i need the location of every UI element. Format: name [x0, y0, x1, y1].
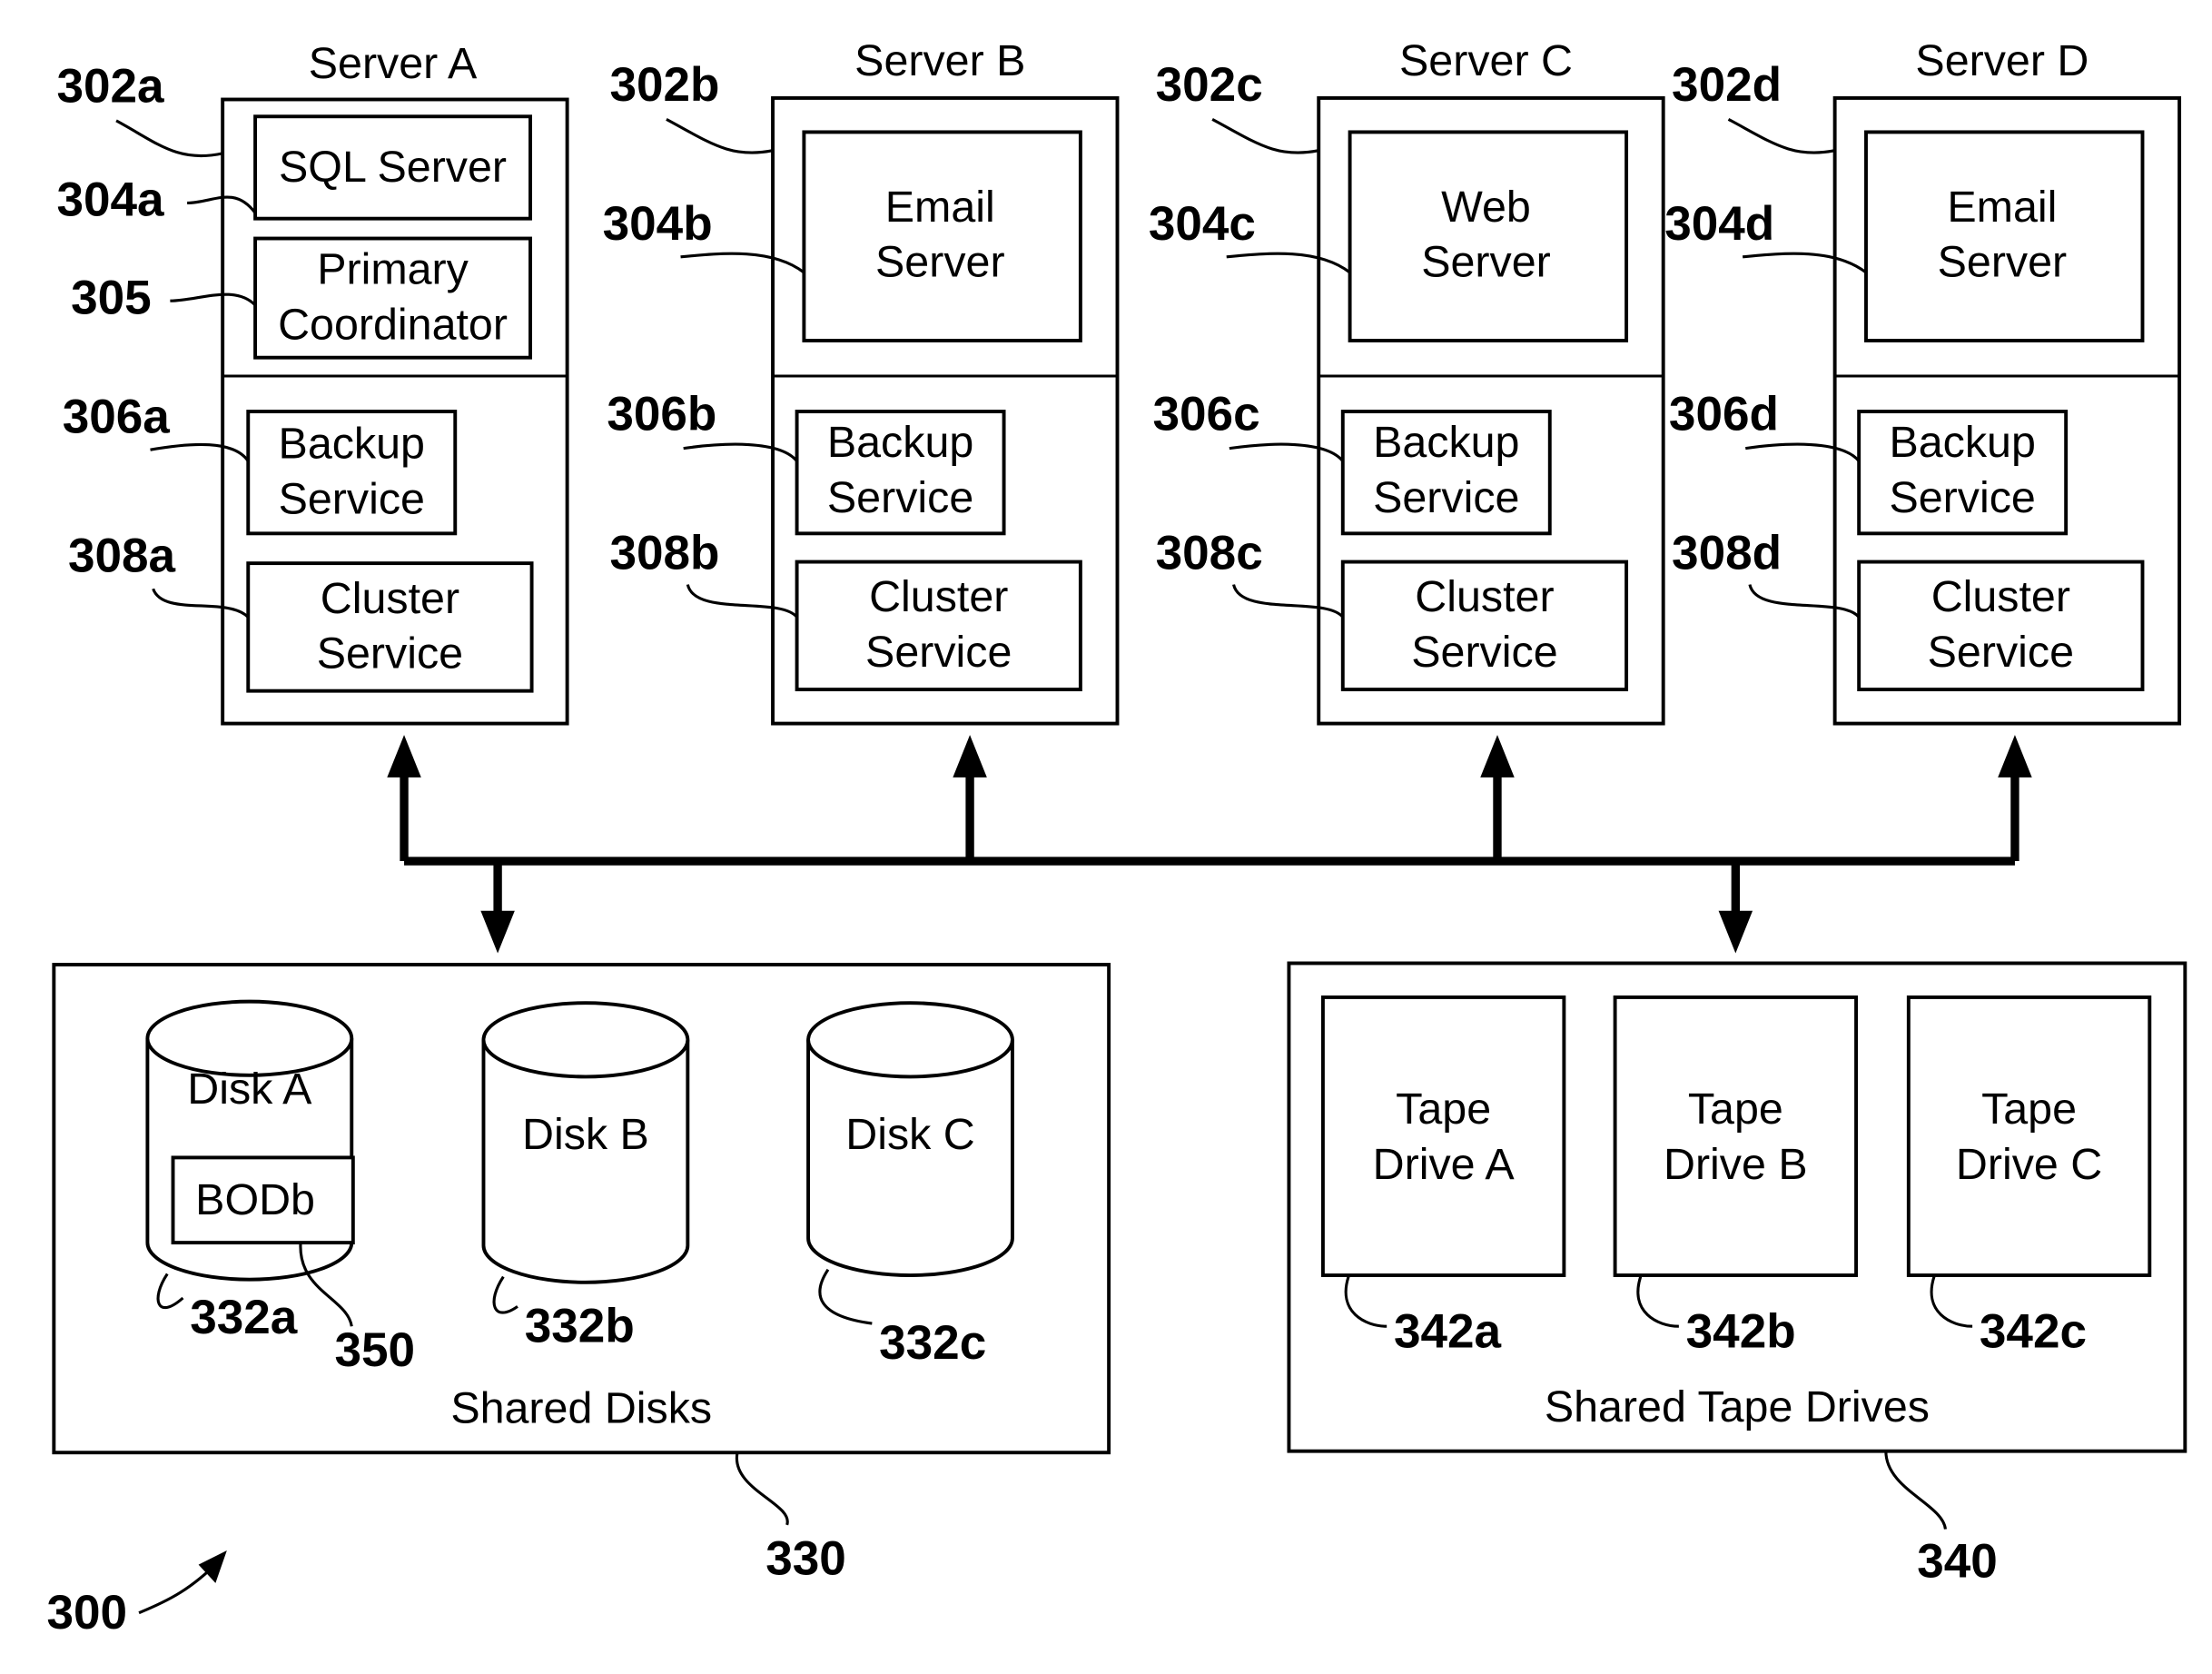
label: Email [885, 183, 995, 232]
label: 302a [56, 60, 164, 114]
label: Shared Tape Drives [1545, 1382, 1930, 1431]
label: Coordinator [278, 300, 508, 349]
label: 342b [1686, 1305, 1796, 1359]
label: Tape [1981, 1085, 2077, 1134]
label: Server [875, 238, 1005, 287]
label: Disk B [522, 1110, 649, 1159]
label: 342c [1980, 1305, 2087, 1359]
label: Tape [1396, 1085, 1491, 1134]
server-c: Server C Web Server Backup Service Cluster Ser… [1149, 36, 1665, 726]
label: 304b [603, 197, 713, 251]
label: 308b [609, 526, 719, 579]
label: 304a [56, 173, 164, 227]
label: 306b [607, 387, 716, 441]
label: 308a [68, 529, 176, 582]
label: Server D [1915, 36, 2089, 85]
label: Backup [1373, 418, 1519, 467]
label: Service [1411, 628, 1557, 677]
label: Backup [279, 420, 425, 469]
label: Service [865, 628, 1012, 677]
label: 305 [71, 271, 152, 324]
server-b: Server B Email Server Backup Service Cluster S… [603, 36, 1120, 726]
label: 302d [1672, 58, 1782, 112]
arrow-head-icon [953, 735, 987, 778]
label: 332b [525, 1299, 635, 1352]
label: 302c [1156, 58, 1263, 112]
shared-disks: Shared Disks Disk A 332a Disk B 332b Disk C 3… [52, 963, 1111, 1586]
label: Tape [1688, 1085, 1783, 1134]
arrow-head-icon [1718, 910, 1753, 954]
label: Service [317, 629, 463, 679]
cluster-diagram: Server A SQL Server Primary Coordinator … [47, 36, 2187, 1639]
label: 350 [335, 1323, 416, 1377]
label: Server C [1399, 36, 1573, 85]
label: 342a [1394, 1305, 1502, 1359]
label: Email [1947, 183, 2057, 232]
label: 304c [1149, 197, 1256, 251]
arrow-head-icon [387, 735, 421, 778]
shared-tape-drives: Shared Tape Drives Tape Drive A 342a Tape Dr… [1287, 961, 2187, 1589]
server-a-title: Server A [309, 39, 478, 88]
label: Service [1373, 473, 1519, 522]
label: 332a [190, 1291, 298, 1344]
label: Shared Disks [450, 1383, 712, 1432]
label: Service [279, 474, 425, 523]
server-a: Server A SQL Server Primary Coordinator … [56, 39, 569, 726]
label: Disk C [845, 1110, 974, 1159]
label: Server [1421, 238, 1551, 287]
arrow-head-icon [480, 910, 515, 954]
label: Service [827, 473, 973, 522]
label: Server [1938, 238, 2068, 287]
label: 306d [1669, 387, 1779, 441]
label: Cluster [869, 572, 1008, 621]
label: Web [1441, 183, 1531, 232]
label: 308d [1672, 526, 1782, 579]
label: 306a [63, 390, 171, 443]
label: Cluster [1415, 572, 1554, 621]
label: Cluster [321, 574, 459, 623]
label: Primary [317, 244, 469, 293]
label: Cluster [1931, 572, 2070, 621]
arrow-head-icon [1998, 735, 2032, 778]
label: BODb [195, 1175, 315, 1224]
label: 302b [609, 58, 719, 112]
label: Service [1928, 628, 2074, 677]
label: 300 [47, 1586, 128, 1639]
label: Backup [827, 418, 973, 467]
arrow-head-icon [1480, 735, 1515, 778]
label: 340 [1917, 1535, 1998, 1589]
label: 330 [765, 1532, 846, 1586]
label: Backup [1889, 418, 2035, 467]
label: 308c [1156, 526, 1263, 579]
label: Drive C [1956, 1140, 2102, 1189]
label: 332c [879, 1316, 986, 1370]
label: SQL Server [279, 143, 507, 192]
label: 304d [1664, 197, 1774, 251]
label: Drive A [1373, 1140, 1516, 1189]
label: Drive B [1664, 1140, 1808, 1189]
label: Service [1889, 473, 2035, 522]
label: Disk A [187, 1065, 312, 1114]
label: 306c [1153, 387, 1260, 441]
label: Server B [854, 36, 1025, 85]
server-d: Server D Email Server Backup Service Cluster S… [1664, 36, 2182, 726]
